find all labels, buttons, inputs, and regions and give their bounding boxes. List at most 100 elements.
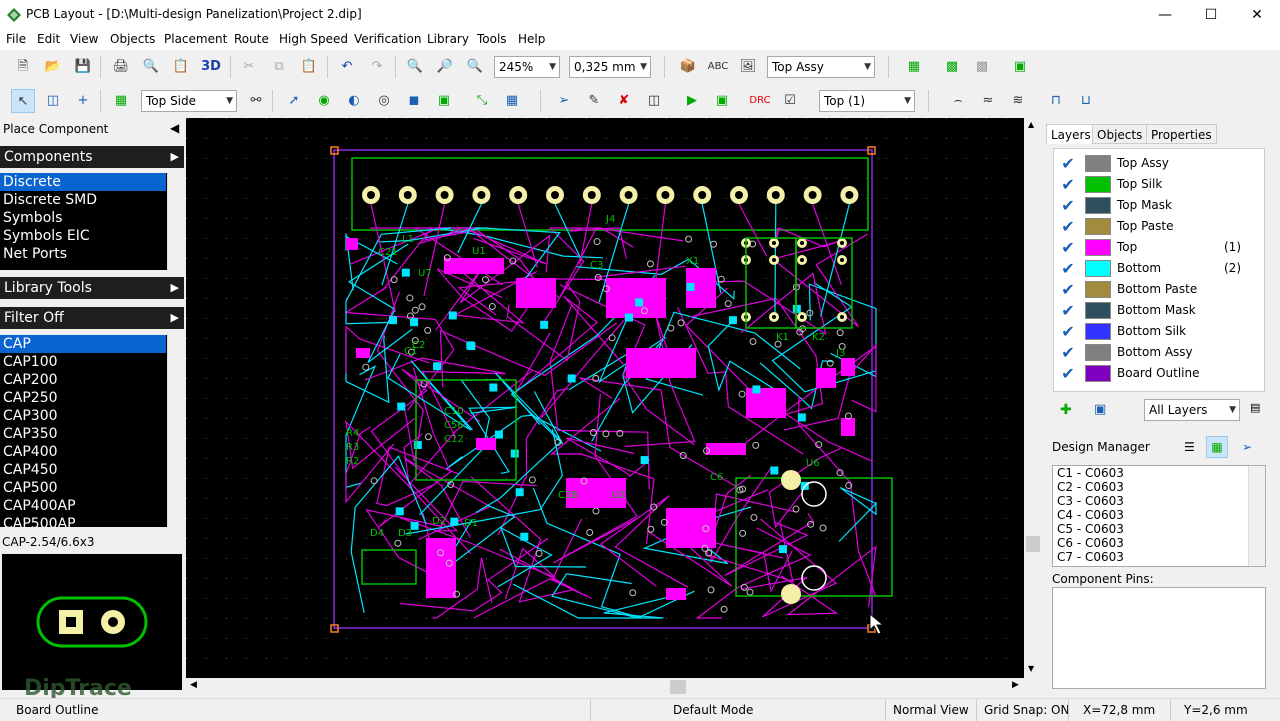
filter-header[interactable]: Filter Off ▶ [0,307,184,329]
pcb-board[interactable]: J4U7C21 U1C2C1R4R3R2C10C56C12K1 K2J3U6D4 D3… [186,118,1024,678]
list-item[interactable]: CAP [0,335,166,353]
list-item[interactable]: C5 - C0603 [1053,522,1265,536]
layers-list[interactable]: ✔ Top Assy ✔ Top Silk ✔ Top Mask ✔ Top Paste ✔ To… [1053,148,1265,392]
layer-row[interactable]: ✔ Bottom (2) [1054,258,1254,279]
menu-library[interactable]: Library [427,32,469,46]
list-item[interactable]: C2 - C0603 [1053,480,1265,494]
layer-color-swatch[interactable] [1085,365,1111,382]
parts-scrollbar[interactable] [167,335,184,527]
print-icon[interactable]: 🖨 [109,55,133,79]
meander-icon[interactable]: ⌢ [946,89,970,113]
layer-settings-icon[interactable]: ▣ [1094,402,1106,417]
checkmark-icon[interactable]: ✔ [1058,154,1078,173]
zoom-combo[interactable]: 245% ▼ [494,56,560,78]
checkmark-icon[interactable]: ✔ [1058,196,1078,215]
save-icon[interactable]: 💾 [71,55,95,79]
list-item[interactable]: C1 - C0603 [1053,466,1265,480]
open-folder-icon[interactable]: 📂 [41,55,65,79]
layer-row[interactable]: ✔ Top Mask [1054,195,1254,216]
component-green-icon[interactable]: ▦ [902,55,926,79]
diff-pair-icon[interactable]: ≈ [976,89,1000,113]
library-tools-header[interactable]: Library Tools ▶ [0,277,184,299]
redo-icon[interactable]: ↷ [365,55,389,79]
menu-placement[interactable]: Placement [164,32,227,46]
pan-icon[interactable]: ◫ [41,89,65,113]
panel-gray-icon[interactable]: ▩ [970,55,994,79]
run-autorouter-icon[interactable]: ▶ [680,89,704,113]
grid-icon[interactable]: ▦ [500,89,524,113]
list-item[interactable]: Discrete [0,173,166,191]
list-item[interactable]: CAP250 [0,389,166,407]
component-pins-list[interactable] [1052,587,1266,689]
menu-view[interactable]: View [70,32,98,46]
list-item[interactable]: C4 - C0603 [1053,508,1265,522]
list-item[interactable]: CAP100 [0,353,166,371]
list-item[interactable]: Net Ports [0,245,166,263]
canvas-vscrollbar[interactable]: ▲ ▼ [1024,118,1042,678]
design-manager-list[interactable]: C1 - C0603 C2 - C0603 C3 - C0603 C4 - C0603… [1052,465,1266,567]
binoculars-icon[interactable]: ⚯ [244,89,268,113]
pad-icon[interactable]: ◉ [312,89,336,113]
pcb-canvas[interactable]: J4 U7 C21 U1 C2 C1 R4 R3 R2 C10 C56 C12 K1 K2 J3 U6 D4 D3… [186,118,1024,678]
export-icon[interactable]: ▣ [1008,55,1032,79]
layer-row[interactable]: ✔ Top Paste [1054,216,1254,237]
zoom-in-icon[interactable]: 🔎 [433,55,457,79]
3d-preview-button[interactable]: 3D [199,55,223,79]
list-item[interactable]: Symbols [0,209,166,227]
layer-color-swatch[interactable] [1085,197,1111,214]
layer-row[interactable]: ✔ Bottom Silk [1054,321,1254,342]
tab-layers[interactable]: Layers [1046,124,1096,144]
assy-layer-combo[interactable]: Top Assy ▼ [767,56,875,78]
list-item[interactable]: CAP500AP [0,515,166,527]
layer-color-swatch[interactable] [1085,260,1111,277]
layer-row[interactable]: ✔ Top Assy [1054,153,1254,174]
minimize-button[interactable]: — [1142,0,1188,30]
checkmark-icon[interactable]: ✔ [1058,238,1078,257]
via-icon[interactable]: ◎ [372,89,396,113]
net-icon[interactable]: ◫ [642,89,666,113]
polygon-icon[interactable]: ◼ [402,89,426,113]
layer-row[interactable]: ✔ Top Silk [1054,174,1254,195]
layer-color-swatch[interactable] [1085,155,1111,172]
layer-color-swatch[interactable] [1085,344,1111,361]
close-button[interactable]: ✕ [1234,0,1280,30]
verify-icon[interactable]: ☑ [778,89,802,113]
menu-help[interactable]: Help [518,32,545,46]
tab-objects[interactable]: Objects [1092,124,1148,144]
layer-setup-icon[interactable]: 📦 [676,55,700,79]
menu-tools[interactable]: Tools [477,32,507,46]
crosshair-icon[interactable]: + [71,89,95,113]
layers-filter-combo[interactable]: All Layers ▼ [1144,399,1240,421]
route-trace-icon[interactable]: ➢ [552,89,576,113]
layer-row[interactable]: ✔ Bottom Mask [1054,300,1254,321]
list-item[interactable]: CAP350 [0,425,166,443]
dimension-icon[interactable]: ⤡ [470,89,494,113]
list-item[interactable]: C6 - C0603 [1053,536,1265,550]
layer-row[interactable]: ✔ Top (1) [1054,237,1254,258]
grid-size-combo[interactable]: 0,325 mm ▼ [569,56,651,78]
components-list[interactable]: Discrete Discrete SMD Symbols Symbols EI… [0,173,184,270]
drc-icon[interactable]: DRC [748,89,772,113]
cut-icon[interactable]: ✂ [237,55,261,79]
route-layer-combo[interactable]: Top (1) ▼ [819,90,915,112]
menu-route[interactable]: Route [234,32,269,46]
components-header[interactable]: Components ▶ [0,146,184,168]
route-step-icon[interactable]: ▣ [710,89,734,113]
line-icon[interactable]: ➚ [282,89,306,113]
list-item[interactable]: Symbols EIC [0,227,166,245]
zoom-window-icon[interactable]: 🔍 [403,55,427,79]
checkmark-icon[interactable]: ✔ [1058,322,1078,341]
dm-component-icon[interactable]: ▦ [1206,436,1228,458]
list-item[interactable]: CAP500 [0,479,166,497]
maximize-button[interactable]: ☐ [1188,0,1234,30]
menu-objects[interactable]: Objects [110,32,155,46]
list-item[interactable]: CAP400AP [0,497,166,515]
checkmark-icon[interactable]: ✔ [1058,217,1078,236]
list-item[interactable]: CAP300 [0,407,166,425]
new-file-icon[interactable]: 🗎 [11,55,35,79]
arc-icon[interactable]: ◐ [342,89,366,113]
place-component-icon[interactable]: ▦ [109,89,133,113]
checkmark-icon[interactable]: ✔ [1058,280,1078,299]
copy-icon[interactable]: ⧉ [267,55,291,79]
length-icon[interactable]: ≋ [1006,89,1030,113]
